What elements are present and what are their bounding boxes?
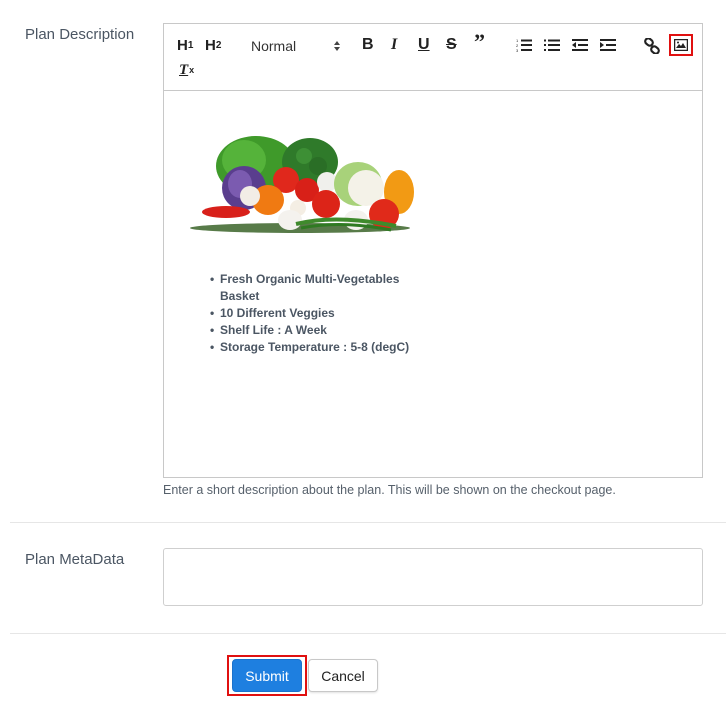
quote-icon: ” (474, 29, 485, 54)
bullet-item: Shelf Life : A Week (210, 322, 410, 339)
bullet-item: 10 Different Veggies (210, 305, 410, 322)
submit-button[interactable]: Submit (232, 659, 302, 692)
heading-1-label: H (177, 37, 188, 54)
heading-1-button[interactable]: H1 (177, 38, 193, 54)
section-divider (10, 633, 726, 634)
heading-2-sub: 2 (215, 40, 222, 51)
plan-metadata-label: Plan MetaData (25, 551, 125, 568)
editor-content-area[interactable]: Fresh Organic Multi-Vegetables Basket 10… (164, 92, 702, 477)
format-picker-value: Normal (251, 38, 297, 54)
format-picker[interactable]: Normal (251, 38, 341, 54)
bullet-item: Fresh Organic Multi-Vegetables Basket (210, 271, 410, 305)
link-icon (644, 38, 660, 54)
bullet-list-button[interactable] (544, 38, 560, 52)
svg-text:3: 3 (516, 48, 519, 52)
insert-image-button[interactable] (669, 34, 693, 56)
plan-description-label: Plan Description (25, 26, 135, 43)
updown-arrows-icon (333, 40, 341, 52)
italic-icon: I (391, 36, 398, 53)
blockquote-button[interactable]: ” (474, 29, 485, 54)
outdent-button[interactable] (572, 38, 588, 52)
clear-formatting-button[interactable]: Tx (179, 62, 194, 78)
description-help-text: Enter a short description about the plan… (163, 483, 616, 497)
vegetables-image (186, 122, 414, 237)
editor-toolbar: H1 H2 Normal B I U S ” 123 T x (164, 24, 702, 91)
image-icon (674, 39, 688, 51)
heading-1-sub: 1 (187, 40, 194, 51)
ordered-list-button[interactable]: 123 (516, 38, 532, 52)
bold-button[interactable]: B (362, 37, 374, 53)
cancel-button[interactable]: Cancel (308, 659, 378, 692)
plan-metadata-input[interactable] (163, 548, 703, 606)
bullet-item: Storage Temperature : 5-8 (degC) (210, 339, 410, 356)
underline-icon: U (418, 36, 430, 53)
underline-button[interactable]: U (418, 37, 430, 53)
rich-text-editor: H1 H2 Normal B I U S ” 123 T x • Fresh O… (163, 23, 703, 478)
section-divider (10, 522, 726, 523)
bold-icon: B (362, 36, 374, 53)
clear-formatting-icon: T (179, 62, 189, 78)
indent-icon (600, 38, 616, 52)
clear-formatting-x: x (189, 65, 195, 75)
bullet-list-icon (544, 38, 560, 52)
outdent-icon (572, 38, 588, 52)
description-bullet-list: Fresh Organic Multi-Vegetables Basket 10… (210, 271, 410, 356)
italic-button[interactable]: I (391, 37, 397, 53)
strikethrough-icon: S (446, 36, 457, 53)
strikethrough-button[interactable]: S (446, 37, 457, 53)
heading-2-label: H (205, 37, 216, 54)
link-button[interactable] (644, 38, 660, 54)
ordered-list-icon: 123 (516, 38, 532, 52)
heading-2-button[interactable]: H2 (205, 38, 221, 54)
indent-button[interactable] (600, 38, 616, 52)
